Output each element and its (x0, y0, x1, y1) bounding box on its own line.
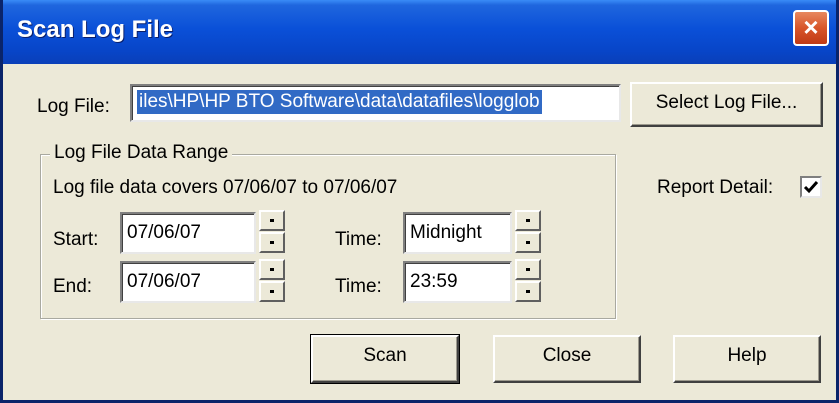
log-file-path-text: iles\HP\HP BTO Software\data\datafiles\l… (137, 90, 542, 114)
help-button[interactable]: Help (673, 335, 821, 383)
start-time-value: Midnight (410, 222, 482, 243)
spin-up-icon (526, 219, 530, 222)
start-date-down-button[interactable] (259, 232, 285, 253)
spin-up-icon (526, 268, 530, 271)
start-time-spinner[interactable] (515, 210, 541, 254)
spin-down-icon (270, 241, 274, 244)
start-time-down-button[interactable] (515, 232, 541, 253)
start-date-spinner[interactable] (259, 210, 285, 254)
end-time-label: Time: (335, 276, 382, 297)
data-range-title: Log File Data Range (50, 142, 233, 164)
checkmark-icon (803, 181, 819, 194)
help-button-label: Help (727, 345, 767, 366)
spin-up-icon (270, 268, 274, 271)
start-date-input[interactable]: 07/06/07 (120, 212, 256, 254)
window-title: Scan Log File (17, 16, 174, 43)
close-button[interactable]: Close (493, 335, 641, 383)
end-time-value: 23:59 (410, 271, 458, 292)
close-window-button[interactable]: × (793, 10, 829, 46)
report-detail-label: Report Detail: (657, 177, 774, 198)
select-log-file-button[interactable]: Select Log File... (630, 82, 823, 127)
start-label: Start: (53, 229, 99, 250)
spin-down-icon (526, 290, 530, 293)
end-date-down-button[interactable] (259, 281, 285, 302)
close-icon: × (803, 12, 819, 42)
log-file-label: Log File: (37, 96, 110, 117)
spin-up-icon (270, 219, 274, 222)
end-date-up-button[interactable] (259, 259, 285, 280)
start-time-up-button[interactable] (515, 210, 541, 231)
data-coverage-text: Log file data covers 07/06/07 to 07/06/0… (53, 177, 398, 198)
end-date-value: 07/06/07 (127, 271, 201, 292)
scan-log-file-dialog: Scan Log File × Log File: iles\HP\HP BTO… (0, 0, 839, 403)
log-file-input[interactable]: iles\HP\HP BTO Software\data\datafiles\l… (130, 84, 621, 122)
report-detail-checkbox[interactable] (800, 176, 822, 198)
title-bar[interactable]: Scan Log File × (3, 0, 836, 64)
start-time-input[interactable]: Midnight (403, 212, 512, 254)
end-time-up-button[interactable] (515, 259, 541, 280)
scan-button-label: Scan (363, 345, 407, 366)
scan-button[interactable]: Scan (310, 334, 460, 384)
end-time-down-button[interactable] (515, 281, 541, 302)
select-log-file-label: Select Log File... (655, 92, 798, 113)
start-date-value: 07/06/07 (127, 222, 201, 243)
start-time-label: Time: (335, 229, 382, 250)
start-date-up-button[interactable] (259, 210, 285, 231)
end-time-spinner[interactable] (515, 259, 541, 303)
end-date-input[interactable]: 07/06/07 (120, 261, 256, 303)
spin-down-icon (526, 241, 530, 244)
close-button-label: Close (542, 345, 592, 366)
end-label: End: (53, 276, 93, 297)
end-time-input[interactable]: 23:59 (403, 261, 512, 303)
end-date-spinner[interactable] (259, 259, 285, 303)
spin-down-icon (270, 290, 274, 293)
